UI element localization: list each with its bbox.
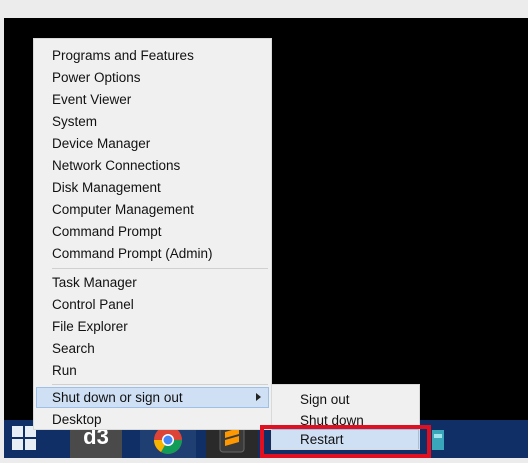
menu-item-disk-management[interactable]: Disk Management: [52, 178, 161, 198]
menu-item-command-prompt-admin[interactable]: Command Prompt (Admin): [52, 244, 213, 264]
menu-item-device-manager[interactable]: Device Manager: [52, 134, 150, 154]
menu-item-desktop[interactable]: Desktop: [52, 410, 102, 430]
submenu-item-sign-out[interactable]: Sign out: [300, 392, 350, 407]
menu-item-programs-and-features[interactable]: Programs and Features: [52, 46, 194, 66]
annotation-highlight-box: [260, 425, 431, 458]
menu-item-event-viewer[interactable]: Event Viewer: [52, 90, 131, 110]
menu-separator: [52, 268, 268, 269]
menu-separator: [52, 384, 268, 385]
submenu-arrow-icon: [256, 393, 261, 401]
menu-item-computer-management[interactable]: Computer Management: [52, 200, 194, 220]
menu-item-file-explorer[interactable]: File Explorer: [52, 317, 128, 337]
menu-item-command-prompt[interactable]: Command Prompt: [52, 222, 162, 242]
menu-item-task-manager[interactable]: Task Manager: [52, 273, 137, 293]
menu-item-power-options[interactable]: Power Options: [52, 68, 141, 88]
windows-logo-icon: [12, 426, 23, 437]
menu-item-shut-down-or-sign-out[interactable]: Shut down or sign out: [52, 388, 183, 408]
menu-item-network-connections[interactable]: Network Connections: [52, 156, 180, 176]
menu-item-search[interactable]: Search: [52, 339, 95, 359]
winx-context-menu: Programs and Features Power Options Even…: [33, 38, 272, 430]
menu-item-control-panel[interactable]: Control Panel: [52, 295, 134, 315]
menu-item-run[interactable]: Run: [52, 361, 77, 381]
menu-item-system[interactable]: System: [52, 112, 97, 132]
